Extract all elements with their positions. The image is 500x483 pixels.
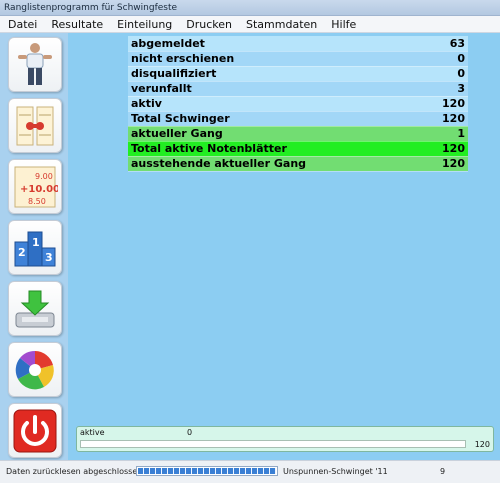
svg-text:3: 3: [45, 251, 53, 264]
ranking-button[interactable]: 1 2 3: [8, 220, 62, 275]
statistics-button[interactable]: [8, 342, 62, 397]
summary-row: verunfallt 3: [128, 81, 468, 97]
progress-track: [80, 440, 466, 448]
active-progress-panel: aktive 0 120: [76, 426, 494, 452]
summary-row: Total Schwinger 120: [128, 111, 468, 127]
power-icon: [13, 409, 57, 452]
podium-icon: 1 2 3: [14, 231, 56, 266]
summary-row: Total aktive Notenblätter 120: [128, 141, 468, 157]
pie-chart-icon: [15, 350, 54, 389]
status-number: 9: [440, 467, 446, 476]
menu-datei[interactable]: Datei: [8, 18, 37, 31]
summary-label: Total aktive Notenblätter: [128, 141, 408, 157]
summary-value: 120: [408, 141, 468, 157]
progress-label: aktive: [80, 428, 105, 437]
menu-resultate[interactable]: Resultate: [51, 18, 103, 31]
summary-row: disqualifiziert 0: [128, 66, 468, 82]
menu-hilfe[interactable]: Hilfe: [331, 18, 356, 31]
menu-drucken[interactable]: Drucken: [186, 18, 232, 31]
status-bar: Daten zurücklesen abgeschlossen Unspunne…: [0, 460, 500, 483]
summary-value: 120: [408, 111, 468, 127]
summary-label: nicht erschienen: [128, 51, 408, 67]
summary-table: abgemeldet 63 nicht erschienen 0 disqualifiz…: [128, 36, 468, 172]
sidebar: 9.00 +10.00 8.50 1 2 3: [0, 33, 68, 460]
summary-value: 0: [408, 66, 468, 82]
status-text: Daten zurücklesen abgeschlossen: [6, 467, 143, 476]
summary-row: aktueller Gang 1: [128, 126, 468, 142]
summary-value: 120: [408, 96, 468, 112]
main-panel: abgemeldet 63 nicht erschienen 0 disqualifiz…: [68, 33, 500, 460]
summary-row: aktiv 120: [128, 96, 468, 112]
summary-label: ausstehende aktueller Gang: [128, 156, 408, 172]
progress-min-label: 0: [187, 428, 193, 437]
svg-text:1: 1: [32, 236, 40, 249]
import-button[interactable]: [8, 281, 62, 336]
wrestler-icon: [18, 42, 52, 85]
summary-row: abgemeldet 63: [128, 36, 468, 52]
pairing-button[interactable]: [8, 98, 62, 153]
progress-max-label: 120: [474, 440, 490, 449]
summary-label: aktueller Gang: [128, 126, 408, 142]
summary-value: 0: [408, 51, 468, 67]
summary-label: aktiv: [128, 96, 408, 112]
menu-bar: Datei Resultate Einteilung Drucken Stamm…: [0, 16, 500, 33]
status-progress-fill: [138, 468, 276, 474]
summary-value: 1: [408, 126, 468, 142]
summary-label: abgemeldet: [128, 36, 408, 52]
svg-text:2: 2: [18, 246, 26, 259]
summary-row: nicht erschienen 0: [128, 51, 468, 67]
status-progress-track: [136, 466, 278, 476]
menu-stammdaten[interactable]: Stammdaten: [246, 18, 317, 31]
pairing-icon: [16, 106, 54, 145]
svg-text:+10.00: +10.00: [20, 184, 58, 195]
svg-text:9.00: 9.00: [35, 172, 53, 181]
summary-row: ausstehende aktueller Gang 120: [128, 156, 468, 172]
scores-button[interactable]: 9.00 +10.00 8.50: [8, 159, 62, 214]
status-event: Unspunnen-Schwinget '11: [283, 467, 388, 476]
window-title: Ranglistenprogramm für Schwingfeste: [0, 0, 500, 16]
summary-value: 3: [408, 81, 468, 97]
wrestlers-button[interactable]: [8, 37, 62, 92]
summary-value: 63: [408, 36, 468, 52]
summary-label: Total Schwinger: [128, 111, 408, 127]
summary-label: disqualifiziert: [128, 66, 408, 82]
menu-einteilung[interactable]: Einteilung: [117, 18, 172, 31]
summary-value: 120: [408, 156, 468, 172]
download-icon: [15, 290, 55, 327]
summary-label: verunfallt: [128, 81, 408, 97]
exit-button[interactable]: [8, 403, 62, 458]
scores-icon: 9.00 +10.00 8.50: [14, 166, 58, 207]
svg-text:8.50: 8.50: [28, 197, 46, 206]
